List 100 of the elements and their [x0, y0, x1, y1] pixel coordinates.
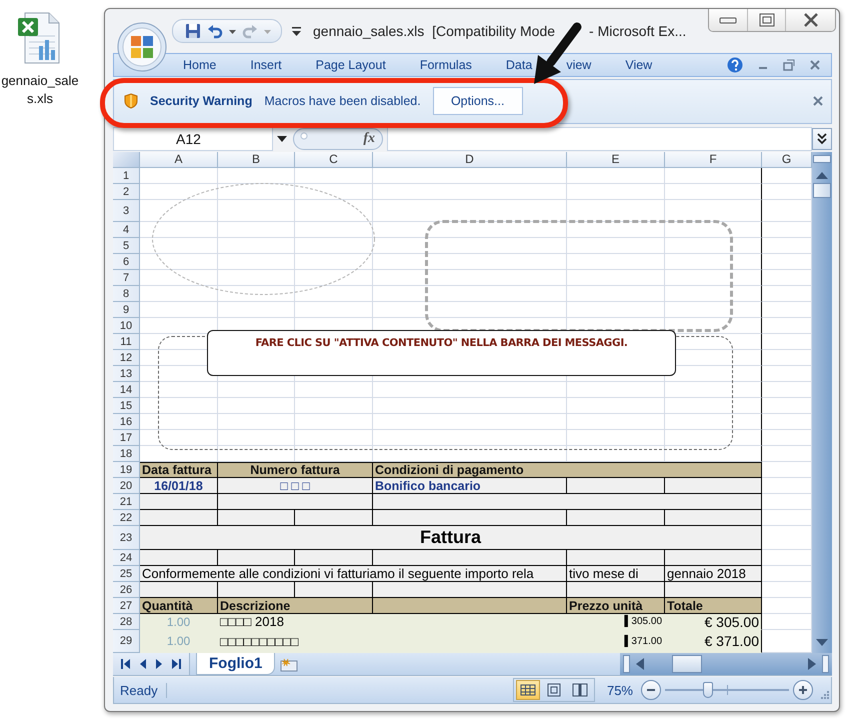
row-header[interactable]: 16: [113, 414, 140, 430]
window-title: gennaio_sales.xls [Compatibility Mode: [313, 22, 556, 39]
insert-function-button[interactable]: fx: [361, 131, 377, 148]
scrollbar-thumb[interactable]: [813, 183, 831, 198]
text-box: FARE CLIC SU "ATTIVA CONTENUTO" NELLA BARRA DEI MESSAGGI.: [207, 330, 676, 376]
split-handle[interactable]: [822, 655, 829, 674]
table-cell: gennaio 2018: [665, 566, 762, 582]
first-sheet-icon[interactable]: [121, 659, 131, 670]
table-cell: Descrizione: [218, 598, 373, 614]
row-header[interactable]: 3: [113, 200, 140, 222]
row-header[interactable]: 25: [113, 566, 140, 582]
next-sheet-icon[interactable]: [155, 659, 163, 670]
undo-icon[interactable]: [207, 22, 223, 39]
table-cell: ▌305.00: [567, 614, 665, 630]
row-header[interactable]: 19: [113, 462, 140, 478]
row-header[interactable]: 2: [113, 184, 140, 200]
table-cell: 1.00: [140, 630, 218, 654]
row-header[interactable]: 11: [113, 334, 140, 350]
row-header[interactable]: 12: [113, 350, 140, 366]
dropdown-caret-icon[interactable]: [277, 136, 287, 142]
row-header[interactable]: 14: [113, 382, 140, 398]
ribbon-tab[interactable]: Formulas: [420, 58, 472, 72]
ribbon-tab[interactable]: Home: [183, 58, 216, 72]
zoom-in-button[interactable]: [793, 680, 813, 700]
options-button[interactable]: Options...: [432, 87, 523, 116]
close-button[interactable]: [811, 94, 825, 108]
column-header[interactable]: C: [295, 152, 373, 168]
table-cell: □□□□□□□□□□: [218, 630, 567, 654]
row-header[interactable]: 13: [113, 366, 140, 382]
maximize-button[interactable]: [747, 9, 785, 31]
ribbon-tab[interactable]: Data: [506, 58, 532, 72]
shield-icon: [124, 93, 138, 110]
row-header[interactable]: 5: [113, 238, 140, 254]
row-header[interactable]: 17: [113, 430, 140, 446]
table-cell: Prezzo unità: [567, 598, 665, 614]
column-header[interactable]: A: [140, 152, 218, 168]
maximize-icon: [758, 13, 774, 27]
column-header[interactable]: F: [665, 152, 762, 168]
slider-thumb[interactable]: [703, 682, 714, 698]
table-cell: □□□□ 2018: [218, 614, 567, 630]
table-cell: 16/01/18: [140, 478, 218, 494]
customize-caret-icon[interactable]: [292, 24, 301, 37]
formula-input-field[interactable]: [387, 127, 812, 152]
row-header[interactable]: 6: [113, 254, 140, 270]
row-header[interactable]: 24: [113, 550, 140, 566]
table-cell: Numero fattura: [218, 462, 373, 478]
table-cell: Totale: [665, 598, 762, 614]
row-header[interactable]: 9: [113, 302, 140, 318]
row-header[interactable]: 23: [113, 526, 140, 550]
sheet-tab[interactable]: Foglio1: [196, 653, 276, 676]
name-box[interactable]: A12: [113, 127, 273, 152]
help-icon[interactable]: [727, 56, 743, 73]
row-header[interactable]: 29: [113, 630, 140, 654]
file-name-label[interactable]: gennaio_sales.xls: [1, 72, 79, 108]
normal-view-button[interactable]: [516, 680, 540, 700]
split-handle[interactable]: [623, 655, 630, 674]
ribbon-tab[interactable]: view: [566, 58, 592, 72]
zoom-out-button[interactable]: [641, 680, 661, 700]
resize-handle-icon[interactable]: [293, 128, 383, 150]
left-arrow-icon[interactable]: [636, 658, 644, 670]
save-icon[interactable]: [185, 22, 201, 39]
expand-button[interactable]: [812, 128, 832, 150]
column-header[interactable]: E: [567, 152, 665, 168]
restore-icon[interactable]: [783, 58, 795, 71]
right-arrow-icon[interactable]: [808, 658, 816, 670]
row-header[interactable]: 21: [113, 494, 140, 510]
row-header[interactable]: 27: [113, 598, 140, 614]
row-header[interactable]: 15: [113, 398, 140, 414]
row-header[interactable]: 22: [113, 510, 140, 526]
minimize-button[interactable]: [709, 9, 747, 31]
last-sheet-icon[interactable]: [171, 659, 181, 670]
zoom-level[interactable]: 75%: [606, 682, 633, 698]
ribbon-tab[interactable]: View: [625, 58, 652, 72]
close-icon[interactable]: [809, 58, 821, 71]
column-header[interactable]: B: [218, 152, 295, 168]
row-header[interactable]: 28: [113, 614, 140, 630]
row-header[interactable]: 4: [113, 222, 140, 238]
row-header[interactable]: 18: [113, 446, 140, 462]
warning-message: Macros have been disabled.: [264, 94, 421, 108]
column-header[interactable]: D: [373, 152, 567, 168]
resize-grip-icon[interactable]: [819, 689, 829, 700]
row-header[interactable]: 1: [113, 168, 140, 184]
row-header[interactable]: 8: [113, 286, 140, 302]
ribbon-tab[interactable]: Page Layout: [316, 58, 386, 72]
view-icon: [570, 682, 589, 698]
scrollbar-thumb[interactable]: [672, 655, 702, 674]
table-cell: Data fattura: [140, 462, 218, 478]
down-arrow-icon[interactable]: [816, 639, 828, 648]
row-header[interactable]: 20: [113, 478, 140, 494]
up-arrow-icon[interactable]: [816, 171, 828, 180]
row-header[interactable]: 10: [113, 318, 140, 334]
column-header[interactable]: G: [762, 152, 812, 168]
ribbon-tab[interactable]: Insert: [250, 58, 282, 72]
previous-sheet-icon[interactable]: [139, 659, 147, 670]
warning-title: Security Warning: [150, 94, 252, 108]
row-header[interactable]: 26: [113, 582, 140, 598]
split-handle[interactable]: [813, 155, 831, 164]
close-button[interactable]: [785, 9, 835, 31]
table-cell: Bonifico bancario: [373, 478, 567, 494]
row-header[interactable]: 7: [113, 270, 140, 286]
